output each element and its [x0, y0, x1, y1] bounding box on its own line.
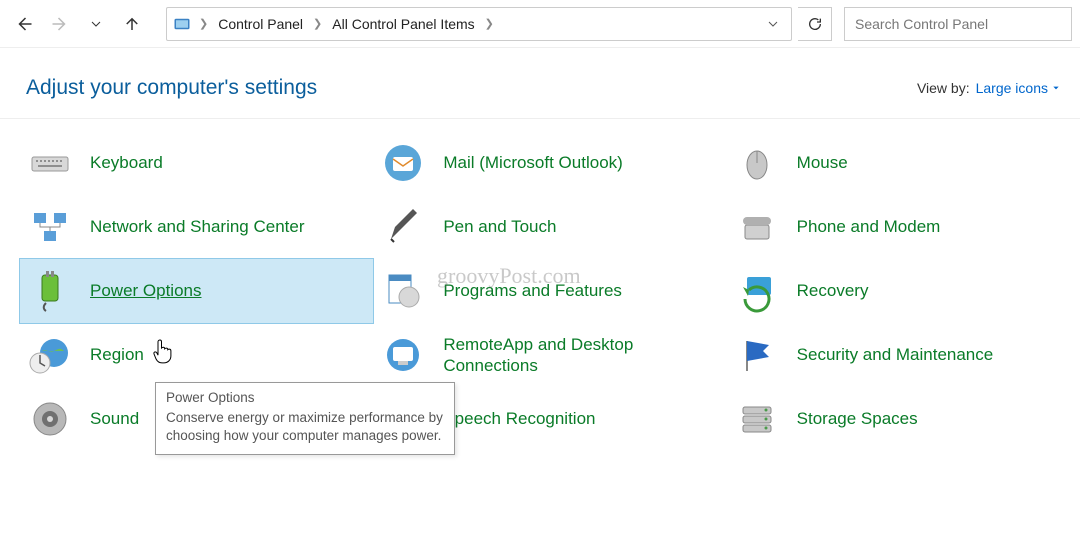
- refresh-button[interactable]: [798, 7, 832, 41]
- programs-icon: [381, 269, 425, 313]
- item-network[interactable]: Network and Sharing Center: [20, 195, 373, 259]
- address-history-dropdown[interactable]: [761, 18, 785, 30]
- chevron-right-icon[interactable]: ❯: [195, 17, 212, 30]
- network-icon: [28, 205, 72, 249]
- toolbar: ❯ Control Panel ❯ All Control Panel Item…: [0, 0, 1080, 48]
- item-phone[interactable]: Phone and Modem: [727, 195, 1080, 259]
- item-pen[interactable]: Pen and Touch: [373, 195, 726, 259]
- back-button[interactable]: [8, 8, 40, 40]
- power-icon: [28, 269, 72, 313]
- chevron-down-icon: [1052, 84, 1060, 92]
- region-icon: [28, 333, 72, 377]
- item-label: Network and Sharing Center: [90, 216, 305, 237]
- item-label: Phone and Modem: [797, 216, 941, 237]
- recent-locations-dropdown[interactable]: [80, 8, 112, 40]
- breadcrumb-control-panel[interactable]: Control Panel: [216, 12, 305, 36]
- pen-icon: [381, 205, 425, 249]
- security-flag-icon: [735, 333, 779, 377]
- breadcrumb-all-items[interactable]: All Control Panel Items: [330, 12, 476, 36]
- viewby-value: Large icons: [976, 80, 1048, 96]
- item-region[interactable]: Region: [20, 323, 373, 387]
- tooltip-title: Power Options: [166, 389, 444, 407]
- item-label: Power Options: [90, 280, 202, 301]
- chevron-right-icon[interactable]: ❯: [481, 17, 498, 30]
- view-by: View by: Large icons: [917, 80, 1060, 96]
- control-panel-icon: [173, 15, 191, 33]
- item-label: Mouse: [797, 152, 848, 173]
- search-input[interactable]: [844, 7, 1072, 41]
- header-row: Adjust your computer's settings View by:…: [0, 48, 1080, 119]
- storage-icon: [735, 397, 779, 441]
- item-keyboard[interactable]: Keyboard: [20, 131, 373, 195]
- item-label: Sound: [90, 408, 139, 429]
- mouse-icon: [735, 141, 779, 185]
- mail-icon: [381, 141, 425, 185]
- up-button[interactable]: [116, 8, 148, 40]
- item-remoteapp[interactable]: RemoteApp and Desktop Connections: [373, 323, 726, 387]
- item-label: Programs and Features: [443, 280, 622, 301]
- item-label: Recovery: [797, 280, 869, 301]
- item-power-options[interactable]: Power Options: [19, 258, 374, 324]
- item-label: Region: [90, 344, 144, 365]
- item-label: RemoteApp and Desktop Connections: [443, 334, 703, 377]
- item-mouse[interactable]: Mouse: [727, 131, 1080, 195]
- item-security[interactable]: Security and Maintenance: [727, 323, 1080, 387]
- address-bar[interactable]: ❯ Control Panel ❯ All Control Panel Item…: [166, 7, 792, 41]
- viewby-dropdown[interactable]: Large icons: [976, 80, 1060, 96]
- recovery-icon: [735, 269, 779, 313]
- item-label: Security and Maintenance: [797, 344, 994, 365]
- viewby-label: View by:: [917, 80, 970, 96]
- item-programs[interactable]: Programs and Features: [373, 259, 726, 323]
- page-title: Adjust your computer's settings: [26, 76, 317, 100]
- item-label: Mail (Microsoft Outlook): [443, 152, 622, 173]
- item-label: Pen and Touch: [443, 216, 556, 237]
- tooltip-body: Conserve energy or maximize performance …: [166, 409, 444, 445]
- item-mail[interactable]: Mail (Microsoft Outlook): [373, 131, 726, 195]
- tooltip: Power Options Conserve energy or maximiz…: [155, 382, 455, 455]
- chevron-right-icon[interactable]: ❯: [309, 17, 326, 30]
- item-label: Storage Spaces: [797, 408, 918, 429]
- forward-button[interactable]: [44, 8, 76, 40]
- item-storage[interactable]: Storage Spaces: [727, 387, 1080, 451]
- sound-icon: [28, 397, 72, 441]
- phone-icon: [735, 205, 779, 249]
- keyboard-icon: [28, 141, 72, 185]
- item-label: Speech Recognition: [443, 408, 595, 429]
- item-label: Keyboard: [90, 152, 163, 173]
- remoteapp-icon: [381, 333, 425, 377]
- item-recovery[interactable]: Recovery: [727, 259, 1080, 323]
